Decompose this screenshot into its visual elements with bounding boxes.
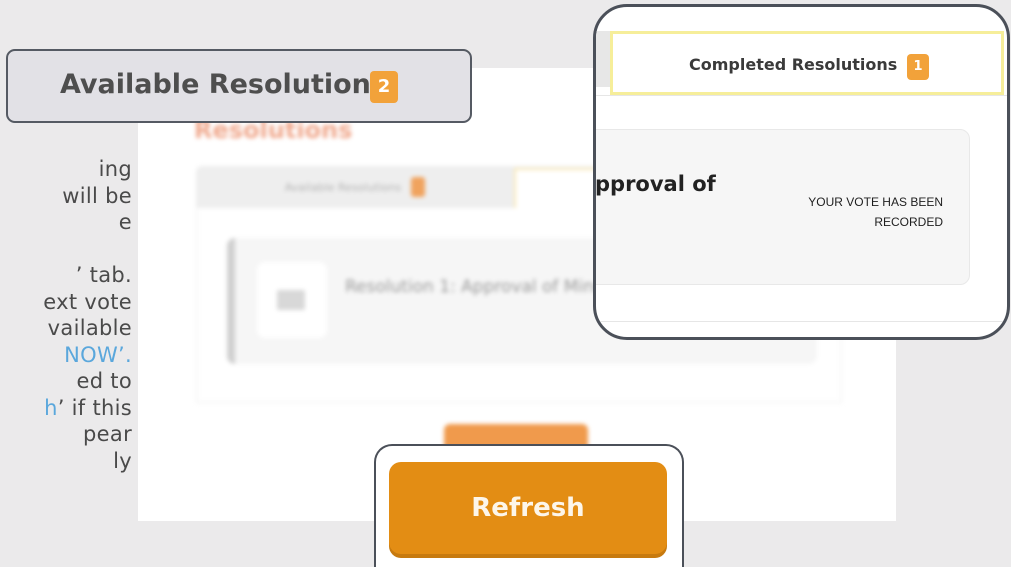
instruction-line-highlight: NOW’.: [64, 342, 132, 367]
tab-available-blurred-label: Available Resolutions: [284, 180, 402, 194]
completed-resolutions-tab[interactable]: Completed Resolutions 1: [610, 31, 1004, 95]
card-bottom-divider: [596, 321, 1007, 322]
instruction-line: will be: [62, 183, 132, 208]
vote-status: YOUR VOTE HAS BEEN RECORDED: [763, 192, 943, 232]
resolution-icon-box: [257, 262, 327, 338]
document-icon: [277, 290, 305, 310]
completed-count-badge: 1: [907, 54, 929, 80]
vote-status-line: RECORDED: [874, 215, 943, 229]
instruction-rest: ’ if this: [57, 395, 132, 420]
refresh-button[interactable]: Refresh: [389, 462, 667, 554]
instruction-text: ing will be e ’ tab. ext vote vailable N…: [0, 156, 132, 474]
instruction-line: [0, 236, 132, 263]
tab-available-blurred-badge: [411, 177, 426, 197]
tab-available-blurred[interactable]: Available Resolutions: [196, 166, 514, 208]
available-resolutions-tab[interactable]: Available Resolutions 2: [6, 49, 472, 123]
instruction-line: ext vote: [43, 289, 132, 314]
completed-resolutions-callout: Completed Resolutions 1 pproval of YOUR …: [593, 4, 1010, 340]
instruction-line: ing: [98, 157, 132, 181]
instruction-line: ’ tab.: [75, 263, 132, 287]
completed-resolution-card: pproval of YOUR VOTE HAS BEEN RECORDED: [595, 129, 970, 285]
instruction-line: h’ if this: [0, 395, 132, 422]
instruction-line: ed to: [76, 369, 132, 393]
instruction-line: e: [118, 210, 132, 234]
refresh-callout: Refresh: [374, 444, 684, 567]
instruction-line: pear: [83, 422, 132, 446]
instruction-line: ly: [113, 448, 132, 473]
completed-resolution-title: pproval of: [595, 172, 716, 196]
tab-divider: [596, 95, 1007, 96]
completed-resolutions-label: Completed Resolutions: [689, 55, 898, 74]
available-resolutions-label: Available Resolutions: [60, 69, 387, 100]
instruction-line: vailable: [47, 316, 132, 340]
vote-status-line: YOUR VOTE HAS BEEN: [808, 195, 943, 209]
available-count-badge: 2: [370, 71, 398, 103]
instruction-highlight: h: [44, 395, 58, 420]
